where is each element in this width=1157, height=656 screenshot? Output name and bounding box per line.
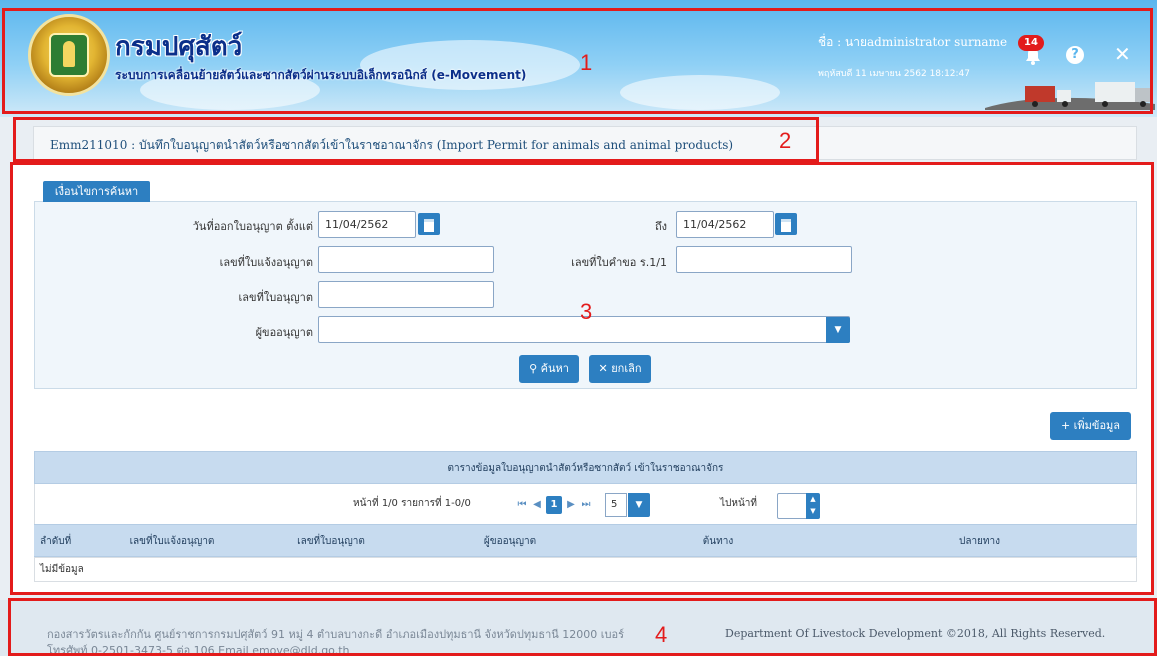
search-button[interactable]: ⚲ ค้นหา [519,355,579,383]
date-to-input[interactable]: 11/04/2562 [676,211,774,238]
annotation-number-4: 4 [655,622,668,647]
current-page[interactable]: 1 [546,496,562,514]
chevron-down-icon[interactable]: ▼ [826,317,850,343]
app-title: กรมปศุสัตว์ [115,32,243,62]
footer-copyright: Department Of Livestock Development ©201… [725,627,1106,640]
close-icon: ✕ [598,362,612,375]
column-header-permit-no: เลขที่ใบอนุญาต [256,524,406,557]
department-logo [28,14,110,96]
page-title-bar: Emm211010 : บันทึกใบอนุญาตนำสัตว์หรือซาก… [33,126,1137,160]
table-caption: ตารางข้อมูลใบอนุญาตนำสัตว์หรือซากสัตว์ เ… [34,451,1137,484]
plus-icon: + [1060,419,1074,432]
page-size-select[interactable]: 5 [605,493,627,517]
column-header-origin: ต้นทาง [614,524,822,557]
request-no-input[interactable] [676,246,852,273]
chevron-down-icon[interactable]: ▼ [628,493,650,517]
column-header-destination: ปลายทาง [822,524,1137,557]
prev-page-icon[interactable]: ◀ [530,496,544,514]
first-page-icon[interactable]: ⏮ [515,496,529,514]
annotation-number-2: 2 [779,128,792,153]
spinner-icon[interactable]: ▲ ▼ [806,493,820,519]
close-icon[interactable]: ✕ [1114,43,1131,65]
calendar-icon[interactable] [775,213,797,235]
header-cloud [620,75,780,110]
next-page-icon[interactable]: ▶ [564,496,578,514]
page-title: Emm211010 : บันทึกใบอนุญาตนำสัตว์หรือซาก… [50,138,734,152]
permit-no-input[interactable] [318,281,494,308]
app-header: กรมปศุสัตว์ ระบบการเคลื่อนย้ายสัตว์และซา… [0,0,1157,117]
notify-no-label: เลขที่ใบแจ้งอนุญาต [219,256,313,269]
applicant-label: ผู้ขออนุญาต [255,326,313,339]
add-data-button[interactable]: + เพิ่มข้อมูล [1050,412,1131,440]
cancel-button[interactable]: ✕ ยกเลิก [589,355,651,383]
request-no-label: เลขที่ใบคำขอ ร.1/1 [571,256,667,269]
goto-page-label: ไปหน้าที่ [720,498,758,509]
annotation-number-1: 1 [580,50,593,75]
user-name: ชื่อ : นายadministrator surname [818,35,1008,49]
search-conditions-tab[interactable]: เงื่อนไขการค้นหา [43,181,150,202]
pager-row: หน้าที่ 1/0 รายการที่ 1-0/0 ⏮ ◀ 1 ▶ ⏭ 5 … [34,484,1137,524]
date-from-label: วันที่ออกใบอนุญาต ตั้งแต่ [192,220,313,233]
last-page-icon[interactable]: ⏭ [579,496,593,514]
annotation-number-3: 3 [580,299,593,324]
footer-address: กองสารวัตรและกักกัน ศูนย์ราชการกรมปศุสัต… [47,628,625,656]
help-icon[interactable]: ? [1066,46,1084,64]
permit-no-label: เลขที่ใบอนุญาต [238,291,313,304]
date-from-input[interactable]: 11/04/2562 [318,211,416,238]
pager-info: หน้าที่ 1/0 รายการที่ 1-0/0 [353,498,471,509]
notification-badge[interactable]: 14 [1018,35,1044,51]
calendar-icon[interactable] [418,213,440,235]
trucks-illustration [985,82,1155,110]
column-header-notify-no: เลขที่ใบแจ้งอนุญาต [88,524,256,557]
date-to-label: ถึง [654,220,667,233]
table-empty-row: ไม่มีข้อมูล [34,557,1137,582]
current-datetime: พฤหัสบดี 11 เมษายน 2562 18:12:47 [818,69,971,79]
column-header-applicant: ผู้ขออนุญาต [406,524,614,557]
goto-page-input[interactable] [777,493,809,519]
column-header-index: ลำดับที่ [34,524,88,557]
notify-no-input[interactable] [318,246,494,273]
app-subtitle: ระบบการเคลื่อนย้ายสัตว์และซากสัตว์ผ่านระ… [115,68,527,82]
search-icon: ⚲ [529,362,541,375]
